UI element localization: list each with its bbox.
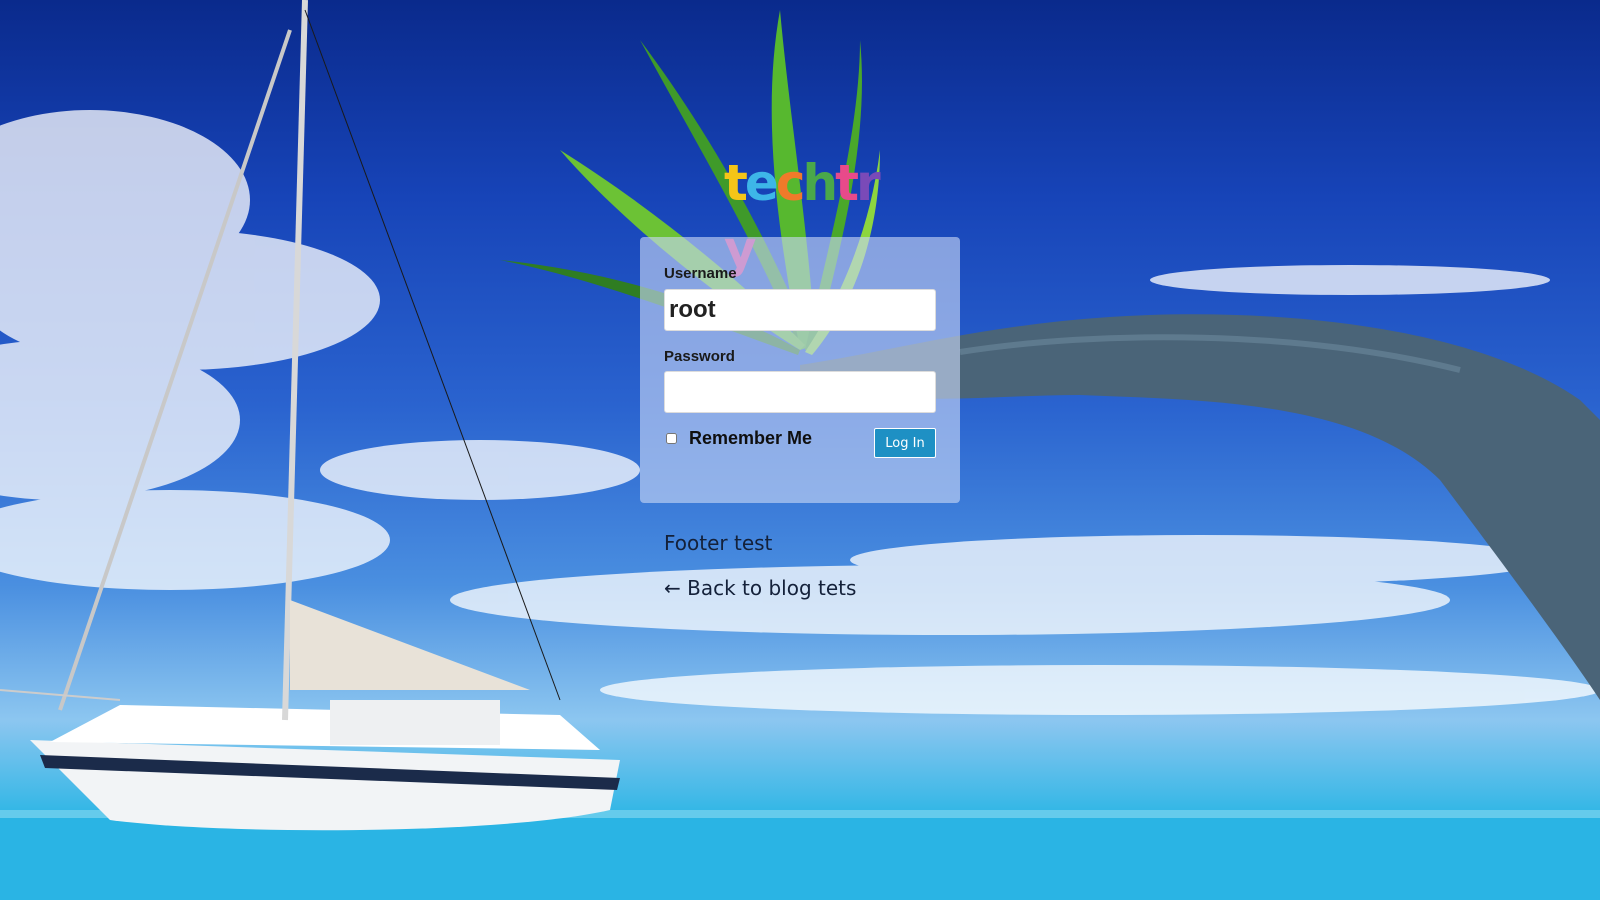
login-form: Username Password Remember Me Log In bbox=[640, 237, 960, 503]
logo-letter: e bbox=[744, 154, 779, 212]
footer-text: Footer test bbox=[664, 531, 773, 555]
logo-letter: c bbox=[775, 154, 806, 212]
remember-me-checkbox[interactable] bbox=[666, 433, 677, 444]
login-page: techtry Username Password Remember Me Lo… bbox=[0, 0, 1600, 900]
username-label: Username bbox=[664, 265, 737, 282]
remember-me-row: Remember Me bbox=[666, 428, 812, 449]
logo-letter: t bbox=[835, 154, 859, 212]
logo-letter: h bbox=[802, 154, 838, 212]
logo-letter: r bbox=[855, 154, 881, 212]
password-label: Password bbox=[664, 348, 735, 365]
password-input[interactable] bbox=[664, 371, 936, 413]
username-input[interactable] bbox=[664, 289, 936, 331]
logo-letter: t bbox=[724, 154, 748, 212]
remember-me-label[interactable]: Remember Me bbox=[689, 428, 812, 449]
techtry-logo: techtry bbox=[724, 150, 884, 278]
back-to-blog-link[interactable]: ← Back to blog tets bbox=[664, 576, 856, 600]
login-button[interactable]: Log In bbox=[874, 428, 936, 458]
